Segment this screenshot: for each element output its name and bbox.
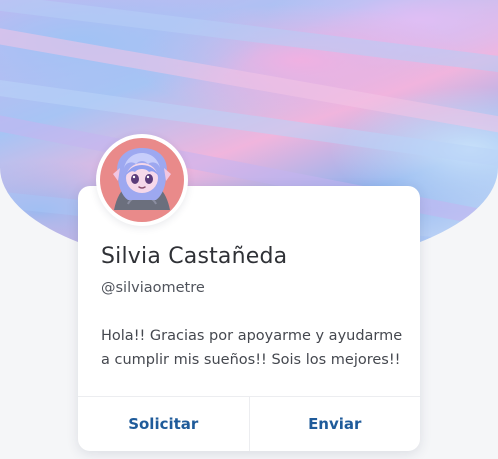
profile-handle: @silviaometre — [101, 280, 205, 296]
request-button[interactable]: Solicitar — [78, 397, 249, 451]
avatar[interactable] — [96, 134, 188, 226]
profile-card: Silvia Castañeda @silviaometre Hola!! Gr… — [78, 186, 420, 451]
send-button[interactable]: Enviar — [248, 397, 421, 451]
profile-page: Silvia Castañeda @silviaometre Hola!! Gr… — [0, 0, 498, 459]
profile-name: Silvia Castañeda — [101, 244, 288, 269]
profile-actions: Solicitar Enviar — [78, 397, 420, 451]
profile-bio: Hola!! Gracias por apoyarme y ayudarme a… — [101, 328, 403, 368]
avatar-illustration — [100, 138, 184, 222]
